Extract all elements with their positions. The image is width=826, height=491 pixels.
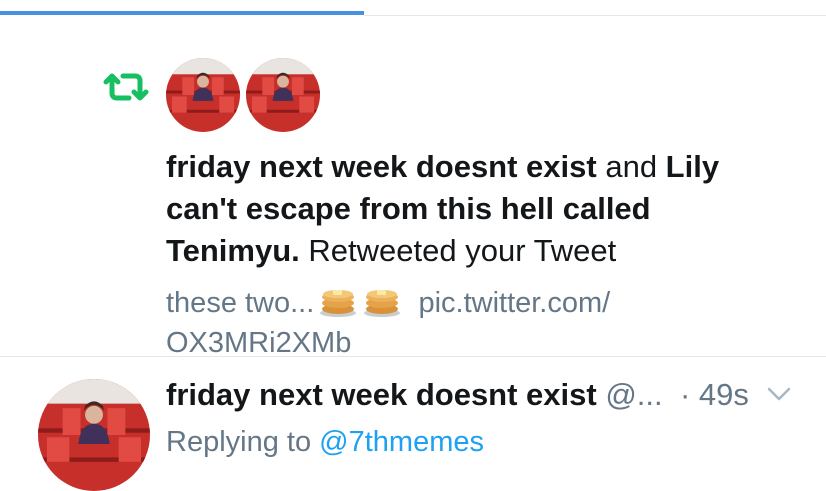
- connector-text: and: [596, 149, 666, 184]
- avatar-image: [166, 58, 240, 132]
- tweet-header: friday next week doesnt exist @... · 49s: [166, 373, 806, 417]
- tweet-preview[interactable]: these two... pic.twitter.com/OX3MRi2XMb: [166, 283, 686, 363]
- tweet-timestamp[interactable]: · 49s: [680, 373, 749, 417]
- avatar[interactable]: [246, 58, 320, 132]
- pancakes-emoji-icon: [320, 290, 357, 317]
- tab-bar: [0, 0, 826, 18]
- replying-to: Replying to @7thmemes: [166, 420, 484, 464]
- avatar-image: [38, 379, 150, 491]
- preview-text: these two...: [166, 287, 315, 319]
- tab-bar-divider: [364, 15, 826, 16]
- actor-name[interactable]: friday next week doesnt exist: [166, 149, 597, 184]
- notification-divider: [0, 356, 826, 357]
- notification-text: friday next week doesnt exist and Lily c…: [166, 146, 766, 272]
- action-text: Retweeted your Tweet: [299, 233, 617, 268]
- avatar[interactable]: [166, 58, 240, 132]
- avatar-image: [246, 58, 320, 132]
- replying-label: Replying to: [166, 426, 320, 458]
- avatar[interactable]: [38, 379, 150, 491]
- chevron-down-icon[interactable]: [766, 384, 792, 404]
- active-tab-indicator: [0, 11, 364, 15]
- tweet-display-name[interactable]: friday next week doesnt exist: [166, 377, 597, 412]
- replying-handle-link[interactable]: @7thmemes: [319, 426, 484, 458]
- retweet-notification[interactable]: friday next week doesnt exist and Lily c…: [0, 18, 826, 359]
- preview-link-part-1[interactable]: pic.twitter.com/: [418, 287, 610, 319]
- preview-link-part-2[interactable]: OX3MRi2XMb: [166, 327, 351, 359]
- tweet-handle[interactable]: @...: [597, 377, 662, 412]
- pancakes-emoji-icon: [364, 290, 401, 317]
- retweet-icon: [103, 73, 149, 101]
